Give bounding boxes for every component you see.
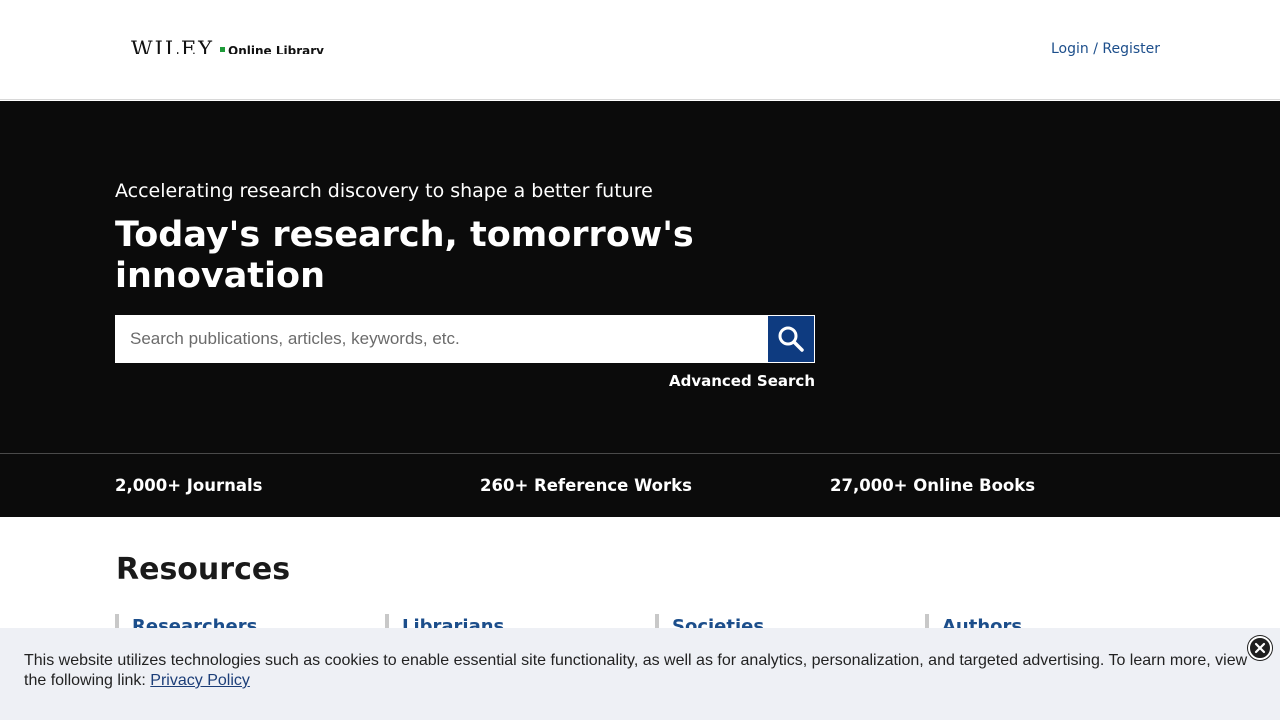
privacy-policy-link[interactable]: Privacy Policy: [150, 672, 250, 689]
search-bar: [115, 315, 815, 363]
cookie-banner: This website utilizes technologies such …: [0, 628, 1280, 720]
stats-bar: 2,000+ Journals 260+ Reference Works 27,…: [0, 453, 1280, 517]
wiley-online-library-logo[interactable]: WILEY Online Library: [131, 38, 331, 55]
hero-tagline: Accelerating research discovery to shape…: [115, 180, 653, 202]
stat-online-books-link[interactable]: 27,000+ Online Books: [830, 476, 1035, 495]
resources-heading: Resources: [116, 552, 291, 587]
advanced-search-link[interactable]: Advanced Search: [669, 372, 815, 390]
cookie-message: This website utilizes technologies such …: [24, 651, 1254, 691]
site-header: WILEY Online Library Login / Register: [0, 0, 1280, 100]
stat-journals-link[interactable]: 2,000+ Journals: [115, 476, 262, 495]
search-icon: [777, 325, 805, 353]
logo-product-text: Online Library: [228, 44, 324, 54]
login-register-link[interactable]: Login / Register: [1051, 41, 1160, 57]
close-icon: [1254, 642, 1266, 654]
search-button[interactable]: [768, 316, 814, 362]
logo-brand-text: WILEY: [131, 38, 215, 55]
logo-green-square: [220, 47, 226, 52]
search-input[interactable]: [115, 315, 767, 363]
cookie-close-button[interactable]: [1248, 636, 1272, 660]
hero-headline: Today's research, tomorrow's innovation: [115, 215, 694, 296]
stat-reference-works-link[interactable]: 260+ Reference Works: [480, 476, 692, 495]
hero-section: Accelerating research discovery to shape…: [0, 101, 1280, 453]
